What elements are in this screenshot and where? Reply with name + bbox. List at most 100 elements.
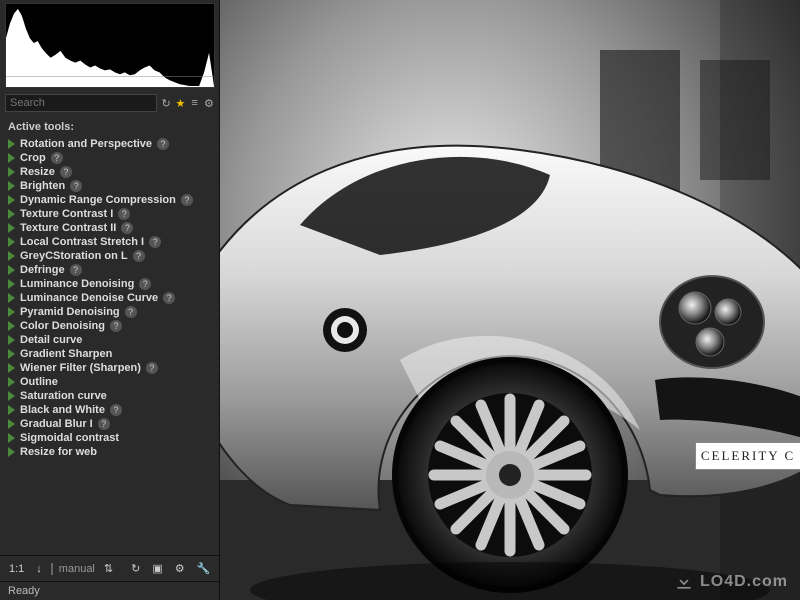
expand-triangle-icon bbox=[8, 265, 15, 275]
down-arrow-icon[interactable]: ↓ bbox=[33, 561, 45, 577]
tool-item[interactable]: Wiener Filter (Sharpen)? bbox=[4, 361, 215, 375]
help-icon[interactable]: ? bbox=[157, 138, 169, 150]
expand-triangle-icon bbox=[8, 195, 15, 205]
watermark: LO4D.com bbox=[674, 572, 788, 592]
expand-triangle-icon bbox=[8, 391, 15, 401]
manual-label: manual bbox=[59, 563, 95, 575]
expand-triangle-icon bbox=[8, 419, 15, 429]
tool-item[interactable]: Local Contrast Stretch I? bbox=[4, 235, 215, 249]
tool-label: Brighten bbox=[20, 180, 65, 192]
expand-triangle-icon bbox=[8, 153, 15, 163]
expand-triangle-icon bbox=[8, 223, 15, 233]
expand-triangle-icon bbox=[8, 139, 15, 149]
tool-label: Wiener Filter (Sharpen) bbox=[20, 362, 141, 374]
expand-triangle-icon bbox=[8, 307, 15, 317]
tool-item[interactable]: Rotation and Perspective? bbox=[4, 137, 215, 151]
tool-item[interactable]: Defringe? bbox=[4, 263, 215, 277]
tool-label: Pyramid Denoising bbox=[20, 306, 120, 318]
tool-item[interactable]: Dynamic Range Compression? bbox=[4, 193, 215, 207]
tool-label: Texture Contrast I bbox=[20, 208, 113, 220]
refresh2-icon[interactable]: ↻ bbox=[128, 560, 143, 577]
arrows-icon[interactable]: ⇅ bbox=[101, 560, 116, 577]
tool-item[interactable]: Outline bbox=[4, 375, 215, 389]
tool-label: Luminance Denoising bbox=[20, 278, 134, 290]
tool-item[interactable]: Gradient Sharpen bbox=[4, 347, 215, 361]
tool-label: Outline bbox=[20, 376, 58, 388]
help-icon[interactable]: ? bbox=[149, 236, 161, 248]
tool-item[interactable]: Sigmoidal contrast bbox=[4, 431, 215, 445]
tool-label: Resize for web bbox=[20, 446, 97, 458]
menu-icon[interactable]: ≡ bbox=[190, 95, 200, 111]
expand-triangle-icon bbox=[8, 181, 15, 191]
help-icon[interactable]: ? bbox=[51, 152, 63, 164]
tool-item[interactable]: Saturation curve bbox=[4, 389, 215, 403]
help-icon[interactable]: ? bbox=[139, 278, 151, 290]
tool-item[interactable]: Resize? bbox=[4, 165, 215, 179]
tool-label: Local Contrast Stretch I bbox=[20, 236, 144, 248]
expand-triangle-icon bbox=[8, 433, 15, 443]
active-tools-heading: Active tools: bbox=[0, 115, 219, 137]
tool-item[interactable]: Brighten? bbox=[4, 179, 215, 193]
histogram-curve bbox=[6, 4, 214, 87]
tool-item[interactable]: Luminance Denoise Curve? bbox=[4, 291, 215, 305]
status-bar: Ready bbox=[0, 581, 219, 600]
help-icon[interactable]: ? bbox=[133, 250, 145, 262]
search-input[interactable] bbox=[5, 94, 157, 112]
tool-label: Crop bbox=[20, 152, 46, 164]
zoom-11-button[interactable]: 1:1 bbox=[6, 561, 27, 577]
help-icon[interactable]: ? bbox=[118, 208, 130, 220]
tool-label: Black and White bbox=[20, 404, 105, 416]
histogram[interactable] bbox=[5, 3, 215, 88]
wrench-icon[interactable]: 🔧 bbox=[194, 560, 214, 577]
expand-triangle-icon bbox=[8, 167, 15, 177]
tool-label: Gradual Blur I bbox=[20, 418, 93, 430]
expand-triangle-icon bbox=[8, 405, 15, 415]
watermark-text: LO4D.com bbox=[700, 573, 788, 591]
tool-item[interactable]: Luminance Denoising? bbox=[4, 277, 215, 291]
tool-label: Color Denoising bbox=[20, 320, 105, 332]
car-image bbox=[220, 0, 800, 600]
help-icon[interactable]: ? bbox=[60, 166, 72, 178]
tool-label: Dynamic Range Compression bbox=[20, 194, 176, 206]
expand-triangle-icon bbox=[8, 209, 15, 219]
tool-label: GreyCStoration on L bbox=[20, 250, 128, 262]
bottom-bar: 1:1 ↓ manual ⇅ ↻ ▣ ⚙ 🔧 bbox=[0, 555, 219, 581]
tool-item[interactable]: Pyramid Denoising? bbox=[4, 305, 215, 319]
tool-item[interactable]: Texture Contrast II? bbox=[4, 221, 215, 235]
tool-item[interactable]: Gradual Blur I? bbox=[4, 417, 215, 431]
help-icon[interactable]: ? bbox=[125, 306, 137, 318]
favorite-icon[interactable]: ★ bbox=[175, 95, 185, 111]
tool-item[interactable]: Black and White? bbox=[4, 403, 215, 417]
expand-triangle-icon bbox=[8, 349, 15, 359]
help-icon[interactable]: ? bbox=[121, 222, 133, 234]
tool-item[interactable]: Crop? bbox=[4, 151, 215, 165]
refresh-icon[interactable]: ↻ bbox=[161, 95, 171, 111]
tool-item[interactable]: GreyCStoration on L? bbox=[4, 249, 215, 263]
help-icon[interactable]: ? bbox=[110, 320, 122, 332]
expand-triangle-icon bbox=[8, 293, 15, 303]
expand-triangle-icon bbox=[8, 279, 15, 289]
sidebar: ↻ ★ ≡ ⚙ Active tools: Rotation and Persp… bbox=[0, 0, 220, 600]
tool-label: Luminance Denoise Curve bbox=[20, 292, 158, 304]
license-plate: CELERITY C bbox=[695, 442, 800, 470]
tool-label: Rotation and Perspective bbox=[20, 138, 152, 150]
help-icon[interactable]: ? bbox=[181, 194, 193, 206]
tool-item[interactable]: Texture Contrast I? bbox=[4, 207, 215, 221]
help-icon[interactable]: ? bbox=[70, 264, 82, 276]
help-icon[interactable]: ? bbox=[146, 362, 158, 374]
gear-icon[interactable]: ⚙ bbox=[204, 95, 214, 111]
image-preview[interactable]: CELERITY C LO4D.com bbox=[220, 0, 800, 600]
tool-label: Gradient Sharpen bbox=[20, 348, 112, 360]
gear2-icon[interactable]: ⚙ bbox=[172, 560, 188, 577]
save-icon[interactable]: ▣ bbox=[149, 560, 165, 577]
tool-item[interactable]: Resize for web bbox=[4, 445, 215, 459]
help-icon[interactable]: ? bbox=[110, 404, 122, 416]
tool-label: Saturation curve bbox=[20, 390, 107, 402]
tool-item[interactable]: Color Denoising? bbox=[4, 319, 215, 333]
tool-item[interactable]: Detail curve bbox=[4, 333, 215, 347]
help-icon[interactable]: ? bbox=[163, 292, 175, 304]
download-icon bbox=[674, 572, 694, 592]
help-icon[interactable]: ? bbox=[98, 418, 110, 430]
help-icon[interactable]: ? bbox=[70, 180, 82, 192]
manual-checkbox[interactable] bbox=[51, 563, 53, 575]
